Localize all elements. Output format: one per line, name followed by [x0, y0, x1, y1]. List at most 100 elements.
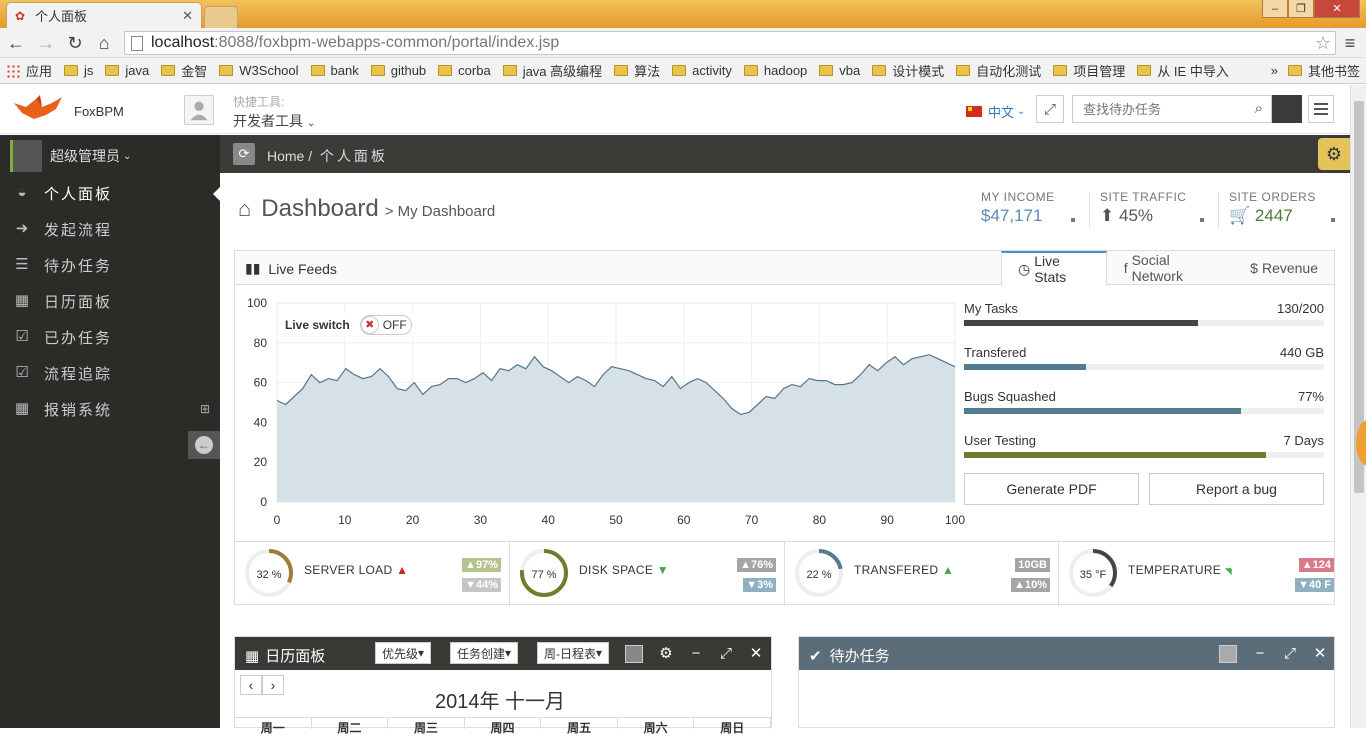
tab-revenue[interactable]: $ Revenue — [1233, 251, 1334, 285]
trend-up-icon: ▲ — [396, 563, 409, 577]
bookmark-item[interactable]: java 高级编程 — [502, 61, 602, 80]
close-tab-icon[interactable]: ✕ — [182, 8, 193, 24]
live-switch: Live switch ✖ OFF — [279, 313, 418, 337]
progress-item: Bugs Squashed 77% — [964, 389, 1324, 414]
sidebar-item-calendar[interactable]: ▦ 日历面板 — [0, 283, 220, 319]
bookmark-item[interactable]: 金智 — [161, 61, 207, 80]
tab-title: 个人面板 — [35, 9, 88, 24]
sidebar-item-start-process[interactable]: ➜ 发起流程 — [0, 211, 220, 247]
minimize-button[interactable]: – — [1262, 0, 1288, 18]
quick-tools-dropdown[interactable]: 开发者工具 ⌄ — [233, 111, 315, 131]
priority-dropdown[interactable]: 优先级 ▾ — [375, 642, 432, 664]
sidebar-item-done[interactable]: ☑ 已办任务 — [0, 319, 220, 355]
logo-text: FoxBPM — [74, 103, 124, 119]
sidebar-item-todo[interactable]: ☰ 待办任务 — [0, 247, 220, 283]
settings-button[interactable]: ⚙ — [1318, 138, 1350, 170]
stat-income: MY INCOME $47,171 — [981, 190, 1055, 225]
x-tick-label: 40 — [542, 513, 556, 527]
color-swatch[interactable] — [625, 645, 643, 663]
fox-logo-icon — [14, 95, 62, 119]
prev-month-button[interactable]: ‹ — [240, 675, 262, 695]
sidebar-item-expense[interactable]: ▦ 报销系统 ⊞ — [0, 391, 220, 427]
sidebar-item-dashboard[interactable]: ◒ 个人面板 — [0, 175, 220, 211]
collapse-sidebar-button[interactable]: ← — [188, 431, 220, 459]
y-tick-label: 0 — [260, 495, 267, 509]
bookmark-item[interactable]: 自动化测试 — [956, 61, 1041, 80]
bookmark-item[interactable]: W3School — [219, 63, 299, 78]
check-square-icon: ☑ — [15, 364, 31, 381]
breadcrumb-home[interactable]: Home / — [267, 148, 312, 164]
generate-pdf-button[interactable]: Generate PDF — [964, 473, 1139, 505]
tab-social-network[interactable]: f Social Network — [1107, 251, 1233, 285]
bookmark-item[interactable]: 项目管理 — [1053, 61, 1125, 80]
close-window-button[interactable]: ✕ — [1314, 0, 1360, 18]
avatar[interactable] — [1272, 95, 1302, 123]
chrome-menu-icon[interactable]: ≡ — [1340, 33, 1360, 53]
home-icon[interactable]: ⌂ — [94, 33, 114, 53]
browser-tab-2[interactable] — [204, 6, 238, 28]
report-bug-button[interactable]: Report a bug — [1149, 473, 1324, 505]
search-icon[interactable]: ⌕ — [1255, 100, 1263, 117]
bookmark-item[interactable]: corba — [438, 63, 491, 78]
close-icon[interactable]: ✕ — [1311, 645, 1329, 663]
sidebar-user[interactable]: 超级管理员 ⌄ — [10, 140, 131, 172]
expand-icon[interactable]: ⤢ — [717, 645, 735, 663]
weekday-header: 周一 周二 周三 周四 周五 周六 周日 — [235, 717, 772, 735]
bookmark-item[interactable]: activity — [672, 63, 732, 78]
refresh-icon[interactable]: ⟳ — [233, 143, 255, 165]
bookmark-item[interactable]: 设计模式 — [872, 61, 944, 80]
bookmark-item[interactable]: js — [64, 63, 93, 78]
gear-icon[interactable]: ⚙ — [657, 645, 675, 663]
infobox-temperature: 35 °F TEMPERATURE ◥ ▲124 ▼40 F — [1059, 542, 1334, 606]
bookmarks-more[interactable]: » — [1271, 63, 1278, 78]
fullscreen-button[interactable]: ⤢ — [1036, 95, 1064, 123]
folder-icon — [819, 65, 834, 76]
task-created-dropdown[interactable]: 任务创建 ▾ — [450, 642, 519, 664]
browser-tab[interactable]: ✿ 个人面板 ✕ — [6, 2, 202, 28]
y-tick-label: 80 — [254, 336, 268, 350]
week-schedule-dropdown[interactable]: 周-日程表 ▾ — [537, 642, 610, 664]
maximize-button[interactable]: ❐ — [1288, 0, 1314, 18]
dollar-icon: $ — [1250, 260, 1258, 276]
x-tick-label: 60 — [677, 513, 691, 527]
tab-live-stats[interactable]: ◷ Live Stats — [1001, 251, 1107, 286]
widget-title: Live Feeds — [268, 260, 337, 277]
search-input[interactable] — [1083, 101, 1243, 117]
reload-icon[interactable]: ↻ — [65, 33, 85, 53]
page-title: ⌂ Dashboard > My Dashboard — [238, 195, 496, 222]
divider — [1218, 192, 1219, 228]
y-tick-label: 20 — [254, 455, 268, 469]
logo[interactable]: FoxBPM — [12, 93, 124, 123]
bookmark-apps[interactable]: 应用 — [6, 61, 52, 80]
user-avatar-placeholder[interactable] — [184, 95, 214, 125]
bookmark-item[interactable]: 从 IE 中导入 — [1137, 61, 1229, 80]
bookmark-item[interactable]: vba — [819, 63, 860, 78]
bookmark-item[interactable]: hadoop — [743, 63, 807, 78]
trend-up-icon: ▲ — [941, 563, 955, 577]
expand-icon[interactable]: ⊞ — [200, 402, 212, 416]
sidebar-item-tracking[interactable]: ☑ 流程追踪 — [0, 355, 220, 391]
minimize-icon[interactable]: − — [687, 645, 705, 663]
color-swatch[interactable] — [1219, 645, 1237, 663]
folder-icon — [614, 65, 629, 76]
menu-button[interactable] — [1308, 95, 1334, 123]
other-bookmarks[interactable]: 其他书签 — [1287, 61, 1360, 80]
bookmarks-bar: 应用 js java 金智 W3School bank github corba… — [0, 58, 1366, 84]
scrollbar[interactable] — [1350, 85, 1366, 728]
back-icon[interactable]: ← — [6, 33, 26, 53]
star-icon[interactable]: ☆ — [1315, 33, 1331, 54]
bookmark-item[interactable]: bank — [310, 63, 359, 78]
bookmark-item[interactable]: java — [105, 63, 149, 78]
bookmark-item[interactable]: github — [370, 63, 426, 78]
close-icon[interactable]: ✕ — [747, 645, 765, 663]
minimize-icon[interactable]: − — [1251, 645, 1269, 663]
expand-icon[interactable]: ⤢ — [1281, 645, 1299, 663]
widget-tabs: ◷ Live Stats f Social Network $ Revenue — [1001, 251, 1334, 286]
next-month-button[interactable]: › — [262, 675, 284, 695]
address-bar[interactable]: localhost:8088/foxbpm-webapps-common/por… — [124, 31, 1336, 55]
live-switch-toggle[interactable]: ✖ OFF — [359, 315, 412, 335]
bookmark-item[interactable]: 算法 — [614, 61, 660, 80]
language-selector[interactable]: 中文 ⌄ — [966, 102, 1025, 121]
forward-icon[interactable]: → — [36, 33, 56, 53]
y-tick-label: 60 — [254, 376, 268, 390]
